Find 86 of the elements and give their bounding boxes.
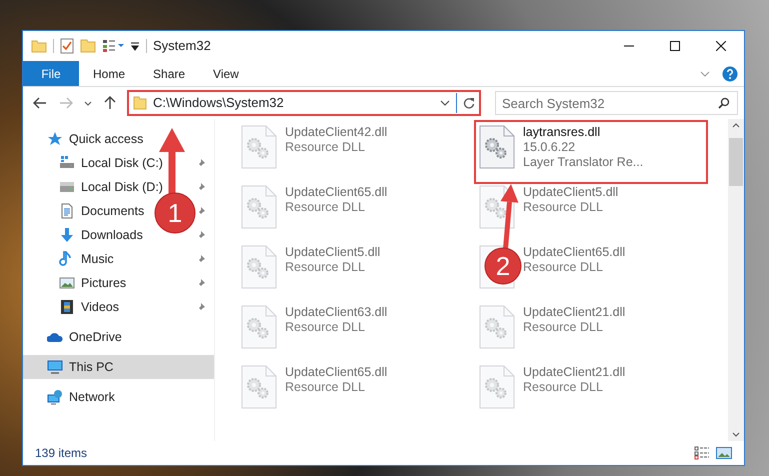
- document-icon: [59, 203, 75, 219]
- drive-icon: [59, 155, 75, 171]
- network-icon: [47, 389, 63, 405]
- film-icon: [59, 299, 75, 315]
- up-arrow-icon: [104, 96, 116, 110]
- item-count: 139 items: [35, 445, 88, 462]
- file-detail: Resource DLL: [285, 380, 366, 395]
- ribbon-tab[interactable]: Share: [139, 61, 200, 86]
- thumbnail-view-icon[interactable]: [716, 446, 732, 460]
- customize-caret-icon[interactable]: [130, 41, 140, 51]
- forward-arrow-icon: [59, 97, 73, 109]
- sidebar-item[interactable]: Documents: [59, 199, 150, 223]
- sidebar-item[interactable]: Music: [59, 247, 120, 271]
- folder-icon: [133, 96, 147, 110]
- back-arrow-icon: [33, 97, 47, 109]
- sidebar-item[interactable]: Pictures: [59, 271, 132, 295]
- address-path: C:\Windows\System32: [153, 94, 285, 112]
- sidebar-item[interactable]: Videos: [59, 295, 125, 319]
- scrollbar[interactable]: [728, 119, 744, 441]
- star-icon: [47, 131, 63, 147]
- file-name[interactable]: UpdateClient5.dll: [285, 245, 380, 260]
- file-detail: Layer Translator Re...: [523, 155, 644, 170]
- sidebar-item[interactable]: Local Disk (D:): [59, 175, 169, 199]
- file-detail: Resource DLL: [523, 260, 604, 275]
- search-field[interactable]: Search System32: [495, 91, 738, 115]
- gear-file-icon: [241, 245, 277, 289]
- file-name[interactable]: UpdateClient65.dll: [285, 185, 388, 200]
- step-marker: [484, 248, 522, 284]
- file-detail: Resource DLL: [523, 320, 604, 335]
- sidebar-item[interactable]: Downloads: [59, 223, 149, 247]
- address-bar[interactable]: C:\Windows\System32: [127, 90, 481, 116]
- minimize-icon: [624, 45, 634, 47]
- layout-dropdown-icon[interactable]: [102, 39, 124, 53]
- expand-ribbon-icon[interactable]: [700, 70, 710, 76]
- chevron-down-icon: [84, 100, 92, 106]
- step-number: 2: [496, 251, 510, 281]
- sidebar-item[interactable]: This PC: [23, 355, 214, 379]
- scrollbar-thumb[interactable]: [729, 138, 743, 186]
- gear-file-icon: [479, 305, 515, 349]
- drive-icon: [59, 179, 75, 195]
- ribbon-tab[interactable]: File: [23, 61, 79, 86]
- scroll-down-icon[interactable]: [732, 432, 740, 437]
- refresh-icon[interactable]: [463, 97, 475, 109]
- file-detail: Resource DLL: [285, 260, 366, 275]
- search-icon: [718, 97, 730, 109]
- step-number: 1: [168, 198, 182, 228]
- gear-file-icon: [241, 305, 277, 349]
- gear-file-icon: [241, 365, 277, 409]
- download-arrow-icon: [59, 227, 75, 243]
- picture-icon: [59, 275, 75, 291]
- file-name[interactable]: UpdateClient65.dll: [523, 245, 626, 260]
- file-detail: Resource DLL: [285, 200, 366, 215]
- sidebar-item[interactable]: Local Disk (C:): [59, 151, 169, 175]
- file-name[interactable]: UpdateClient21.dll: [523, 305, 626, 320]
- help-icon[interactable]: [722, 66, 738, 82]
- monitor-icon: [47, 359, 63, 375]
- file-detail: Resource DLL: [285, 320, 366, 335]
- gear-file-icon: [241, 185, 277, 229]
- folder-icon[interactable]: [31, 39, 47, 53]
- file-name[interactable]: UpdateClient42.dll: [285, 125, 388, 140]
- close-icon: [716, 41, 726, 51]
- properties-icon[interactable]: [60, 38, 74, 54]
- sidebar-item[interactable]: Quick access: [47, 127, 150, 151]
- dropdown-icon[interactable]: [440, 100, 450, 106]
- gear-file-icon: [479, 365, 515, 409]
- file-name[interactable]: UpdateClient21.dll: [523, 365, 626, 380]
- scroll-up-icon[interactable]: [732, 123, 740, 128]
- gear-file-icon: [479, 125, 515, 169]
- file-name[interactable]: UpdateClient65.dll: [285, 365, 388, 380]
- window-title: System32: [153, 37, 211, 56]
- step-marker: [154, 192, 196, 234]
- maximize-icon: [670, 41, 680, 51]
- file-detail: Resource DLL: [285, 140, 366, 155]
- file-detail: Resource DLL: [523, 200, 604, 215]
- file-name[interactable]: UpdateClient5.dll: [523, 185, 618, 200]
- details-view-icon[interactable]: [694, 446, 710, 460]
- file-name[interactable]: UpdateClient63.dll: [285, 305, 388, 320]
- file-detail: Resource DLL: [523, 380, 604, 395]
- sidebar-item[interactable]: Network: [47, 385, 121, 409]
- ribbon-tab[interactable]: Home: [79, 61, 140, 86]
- file-name[interactable]: laytransres.dll: [523, 125, 644, 140]
- file-detail: 15.0.6.22: [523, 140, 576, 155]
- sidebar-item[interactable]: OneDrive: [47, 325, 128, 349]
- gear-file-icon: [241, 125, 277, 169]
- new-folder-icon[interactable]: [80, 39, 96, 53]
- ribbon-tab[interactable]: View: [199, 61, 253, 86]
